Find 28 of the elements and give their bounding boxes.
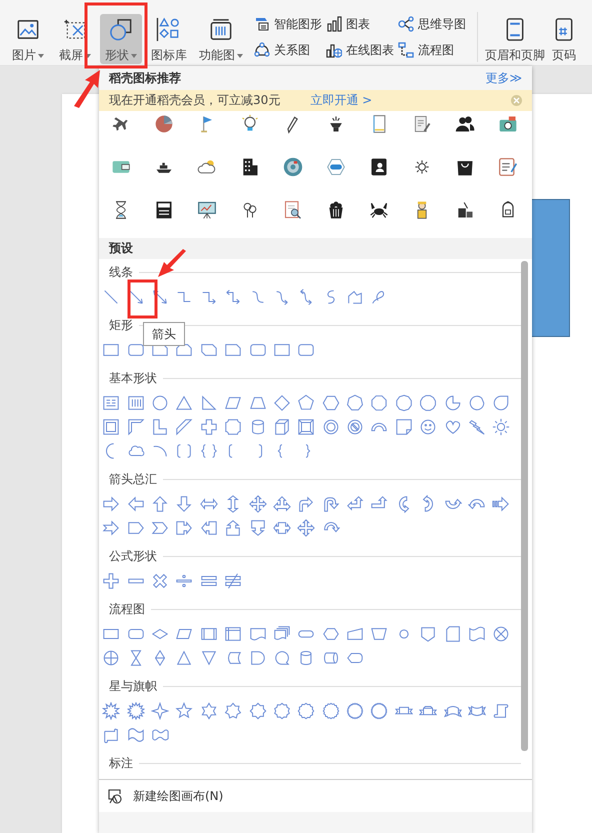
toolbar-button[interactable]: 图片 [6, 14, 50, 64]
toolbar-button[interactable]: 思维导图 [398, 11, 474, 37]
promo-link[interactable]: 立即开通 > [310, 92, 481, 109]
promo-text: 现在开通稻壳会员，可立减30元 [109, 92, 280, 109]
section-title: 标注 [109, 754, 133, 772]
section-title: 基本形状 [109, 370, 157, 386]
toolbar-button[interactable]: 功能图 [196, 14, 246, 64]
toolbar-button[interactable]: 关系图 [254, 37, 326, 63]
toolbar-button[interactable]: 智能图形 [254, 11, 326, 37]
section-title: 公式形状 [109, 548, 157, 564]
section-title: 流程图 [109, 600, 145, 618]
toolbar-button[interactable]: 在线图表 [326, 37, 398, 63]
toolbar-button[interactable]: 截屏 [52, 14, 98, 64]
section-header: 预设 [99, 238, 532, 259]
section-title: 矩形 [109, 316, 133, 334]
tooltip: 箭头 [143, 322, 185, 346]
section-title: 箭头总汇 [109, 470, 157, 488]
panel-title: 稻壳图标推荐 [109, 70, 181, 86]
section-title: 星与旗帜 [109, 678, 157, 694]
more-link[interactable]: 更多≫ [485, 70, 522, 86]
toolbar-button[interactable]: 页码 [548, 14, 580, 64]
toolbar-button[interactable]: 页眉和页脚 [484, 14, 546, 64]
toolbar-button[interactable]: 流程图 [398, 37, 474, 63]
toolbar-button[interactable]: 图表 [326, 11, 398, 37]
toolbar-button[interactable]: 图标库 [144, 14, 194, 64]
toolbar-button[interactable]: 形状 [100, 14, 142, 64]
new-canvas-button[interactable]: 新建绘图画布(N) [99, 780, 532, 812]
section-title: 线条 [109, 264, 133, 280]
